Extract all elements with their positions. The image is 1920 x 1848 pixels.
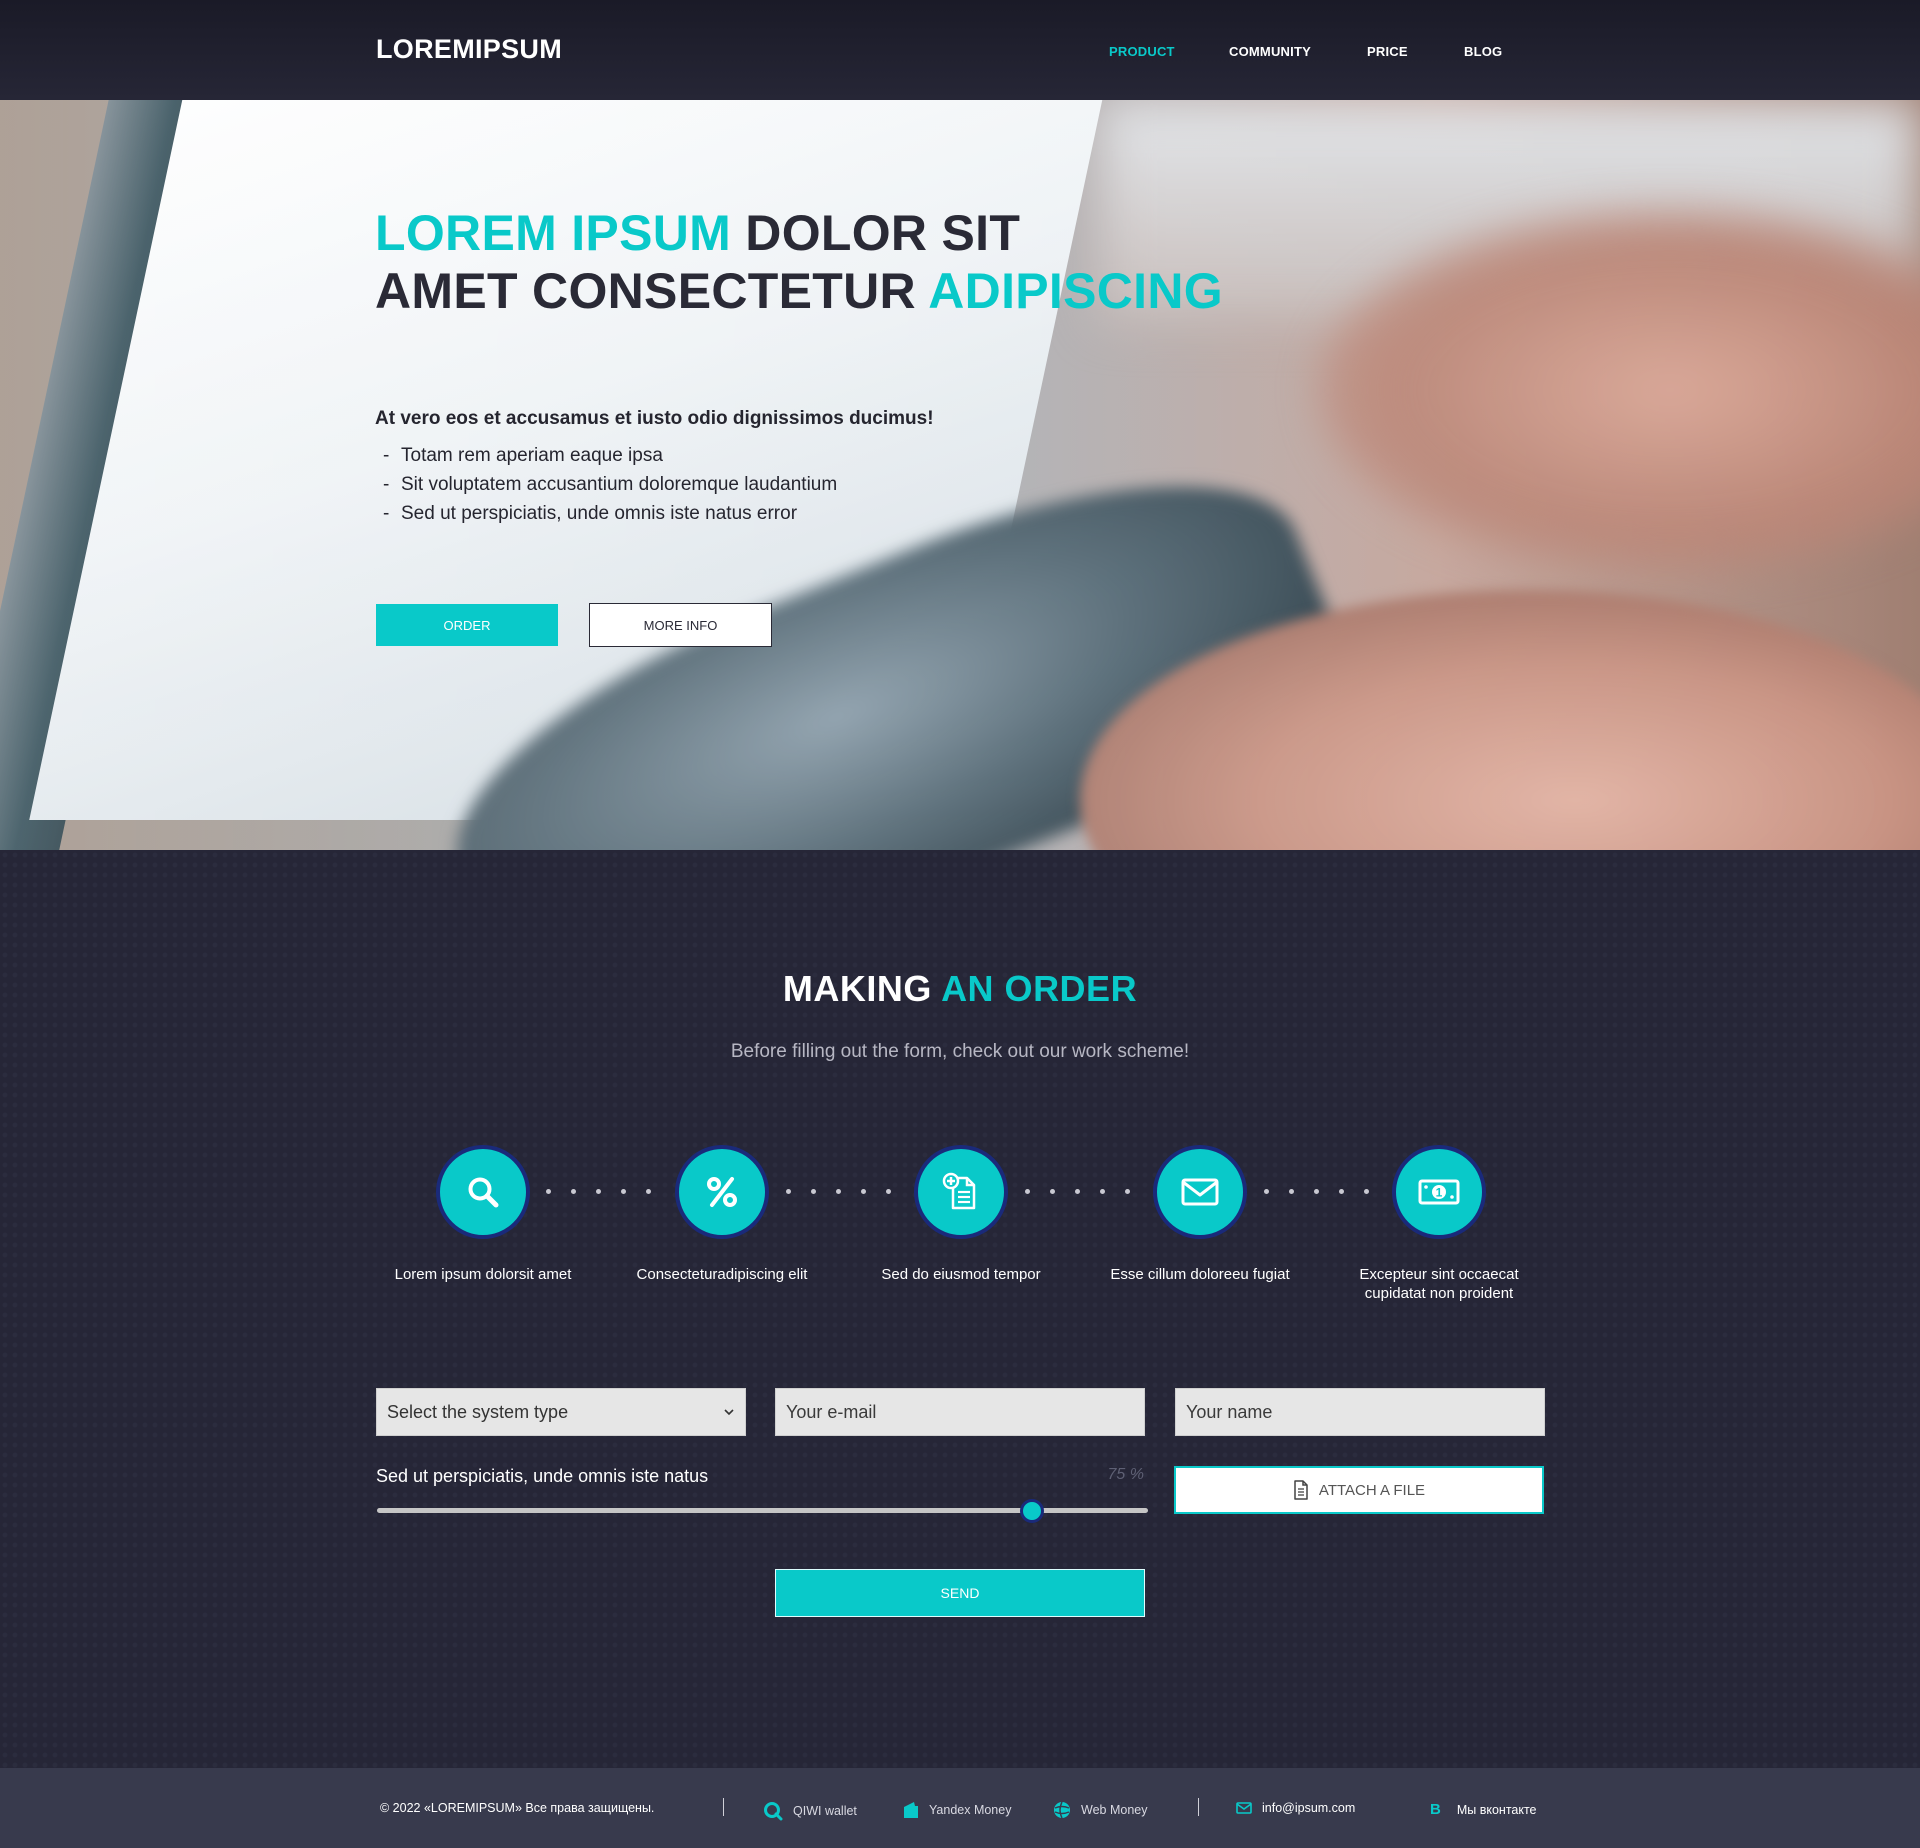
wallet-icon [904,1802,918,1818]
select-value: Select the system type [387,1401,569,1422]
hero-title-text-1: DOLOR SIT [731,205,1021,261]
section-subtitle: Before filling out the form, check out o… [730,1041,1190,1062]
section-title: MAKING AN ORDER [0,968,1920,1010]
slider-label: Sed ut perspiciatis, unde omnis iste nat… [376,1466,709,1486]
attach-file-label: ATTACH A FILE [1318,1481,1426,1499]
site-footer: © 2022 «LOREMIPSUM» Все права защищены. … [0,1768,1920,1848]
vk-link: Мы вконтакте [1456,1802,1537,1817]
step-circle [436,1145,530,1239]
list-item: - Totam rem aperiam eaque ipsa [383,441,837,470]
hero-title-accent-1: LOREM IPSUM [375,205,732,261]
document-add-icon [942,1172,976,1210]
email-field[interactable] [775,1388,1145,1436]
step-2: Consecteturadipiscing elit [622,1145,822,1284]
payment-label: Web Money [1081,1803,1148,1817]
nav-product[interactable]: PRODUCT [1109,44,1175,59]
hero-title-accent-2: ADIPISCING [928,263,1223,319]
more-info-button[interactable]: MORE INFO [589,603,772,647]
site-header: LOREMIPSUM PRODUCT COMMUNITY PRICE BLOG [0,0,1920,100]
list-item-text: Sed ut perspiciatis, unde omnis iste nat… [401,503,798,524]
step-label: Esse cillum doloreeu fugiat [1110,1266,1290,1283]
list-item-text: Sit voluptatem accusantium doloremque la… [401,474,838,495]
footer-divider [723,1798,724,1816]
step-4: Esse cillum doloreeu fugiat [1100,1145,1300,1284]
file-icon [1294,1480,1308,1500]
step-5: 1 Excepteur sint occaecat cupidatat non … [1339,1145,1539,1303]
step-label: Sed do eiusmod tempor [881,1266,1041,1283]
qiwi-icon [764,1802,783,1821]
step-label: Consecteturadipiscing elit [636,1266,808,1283]
step-circle [914,1145,1008,1239]
step-label: Excepteur sint occaecat cupidatat non pr… [1359,1266,1519,1302]
list-item-text: Totam rem aperiam eaque ipsa [401,445,663,466]
copyright-text: © 2022 «LOREMIPSUM» Все права защищены. [380,1801,655,1815]
vk-icon: B [1430,1801,1441,1818]
slider-value: 75 % [1107,1466,1144,1483]
copyright: © 2022 «LOREMIPSUM» Все права защищены. [380,1801,654,1815]
step-3: Sed do eiusmod tempor [861,1145,1061,1284]
banknote-icon: 1 [1418,1179,1460,1205]
nav-community[interactable]: COMMUNITY [1229,44,1311,59]
hero-feature-list: - Totam rem aperiam eaque ipsa - Sit volup… [383,441,837,528]
nav-blog[interactable]: BLOG [1464,44,1502,59]
payment-qiwi[interactable]: QIWI wallet [763,1801,857,1821]
nav-price[interactable]: PRICE [1367,44,1408,59]
system-type-select[interactable]: Select the system type [376,1388,746,1436]
footer-vk[interactable]: B Мы вконтакте [1430,1801,1537,1818]
list-item: - Sed ut perspiciatis, unde omnis iste na… [383,499,837,528]
section-title-accent: AN ORDER [941,968,1138,1009]
order-section: MAKING AN ORDER Before filling out the f… [0,850,1920,1768]
percent-icon [707,1177,737,1207]
payment-webmoney[interactable]: Web Money [1053,1801,1147,1819]
step-circle: 1 [1392,1145,1486,1239]
step-label: Lorem ipsum dolorsit amet [394,1266,572,1283]
hero-title-text-2: AMET CONSECTETUR [375,263,929,319]
section-title-text: MAKING [782,968,942,1009]
payment-label: QIWI wallet [793,1804,857,1818]
list-marker: - [383,503,390,524]
list-item: - Sit voluptatem accusantium doloremque l… [383,470,837,499]
chevron-down-icon [724,1409,734,1416]
step-circle [1153,1145,1247,1239]
footer-divider [1198,1798,1199,1816]
list-marker: - [383,445,390,466]
payment-label: Yandex Money [929,1803,1012,1817]
email-link: info@ipsum.com [1262,1801,1356,1815]
search-icon [468,1177,499,1208]
svg-text:1: 1 [1436,1186,1443,1200]
order-button[interactable]: ORDER [376,604,558,646]
attach-file-button[interactable]: ATTACH A FILE [1174,1466,1544,1514]
hero-title: LOREM IPSUM DOLOR SIT AMET CONSECTETUR A… [375,204,1223,320]
step-1: Lorem ipsum dolorsit amet [383,1145,583,1284]
envelope-icon [1181,1178,1219,1206]
envelope-icon [1236,1802,1252,1814]
hero-section: LOREM IPSUM DOLOR SIT AMET CONSECTETUR A… [0,100,1920,850]
step-circle [675,1145,769,1239]
name-field[interactable] [1175,1388,1545,1436]
list-marker: - [383,474,390,495]
hero-lead: At vero eos et accusamus et iusto odio d… [375,408,934,429]
globe-icon [1054,1801,1070,1819]
payment-yandex[interactable]: Yandex Money [903,1801,1011,1819]
send-button[interactable]: SEND [775,1569,1145,1617]
footer-email[interactable]: info@ipsum.com [1236,1801,1355,1815]
logo[interactable]: LOREMIPSUM [376,34,562,65]
